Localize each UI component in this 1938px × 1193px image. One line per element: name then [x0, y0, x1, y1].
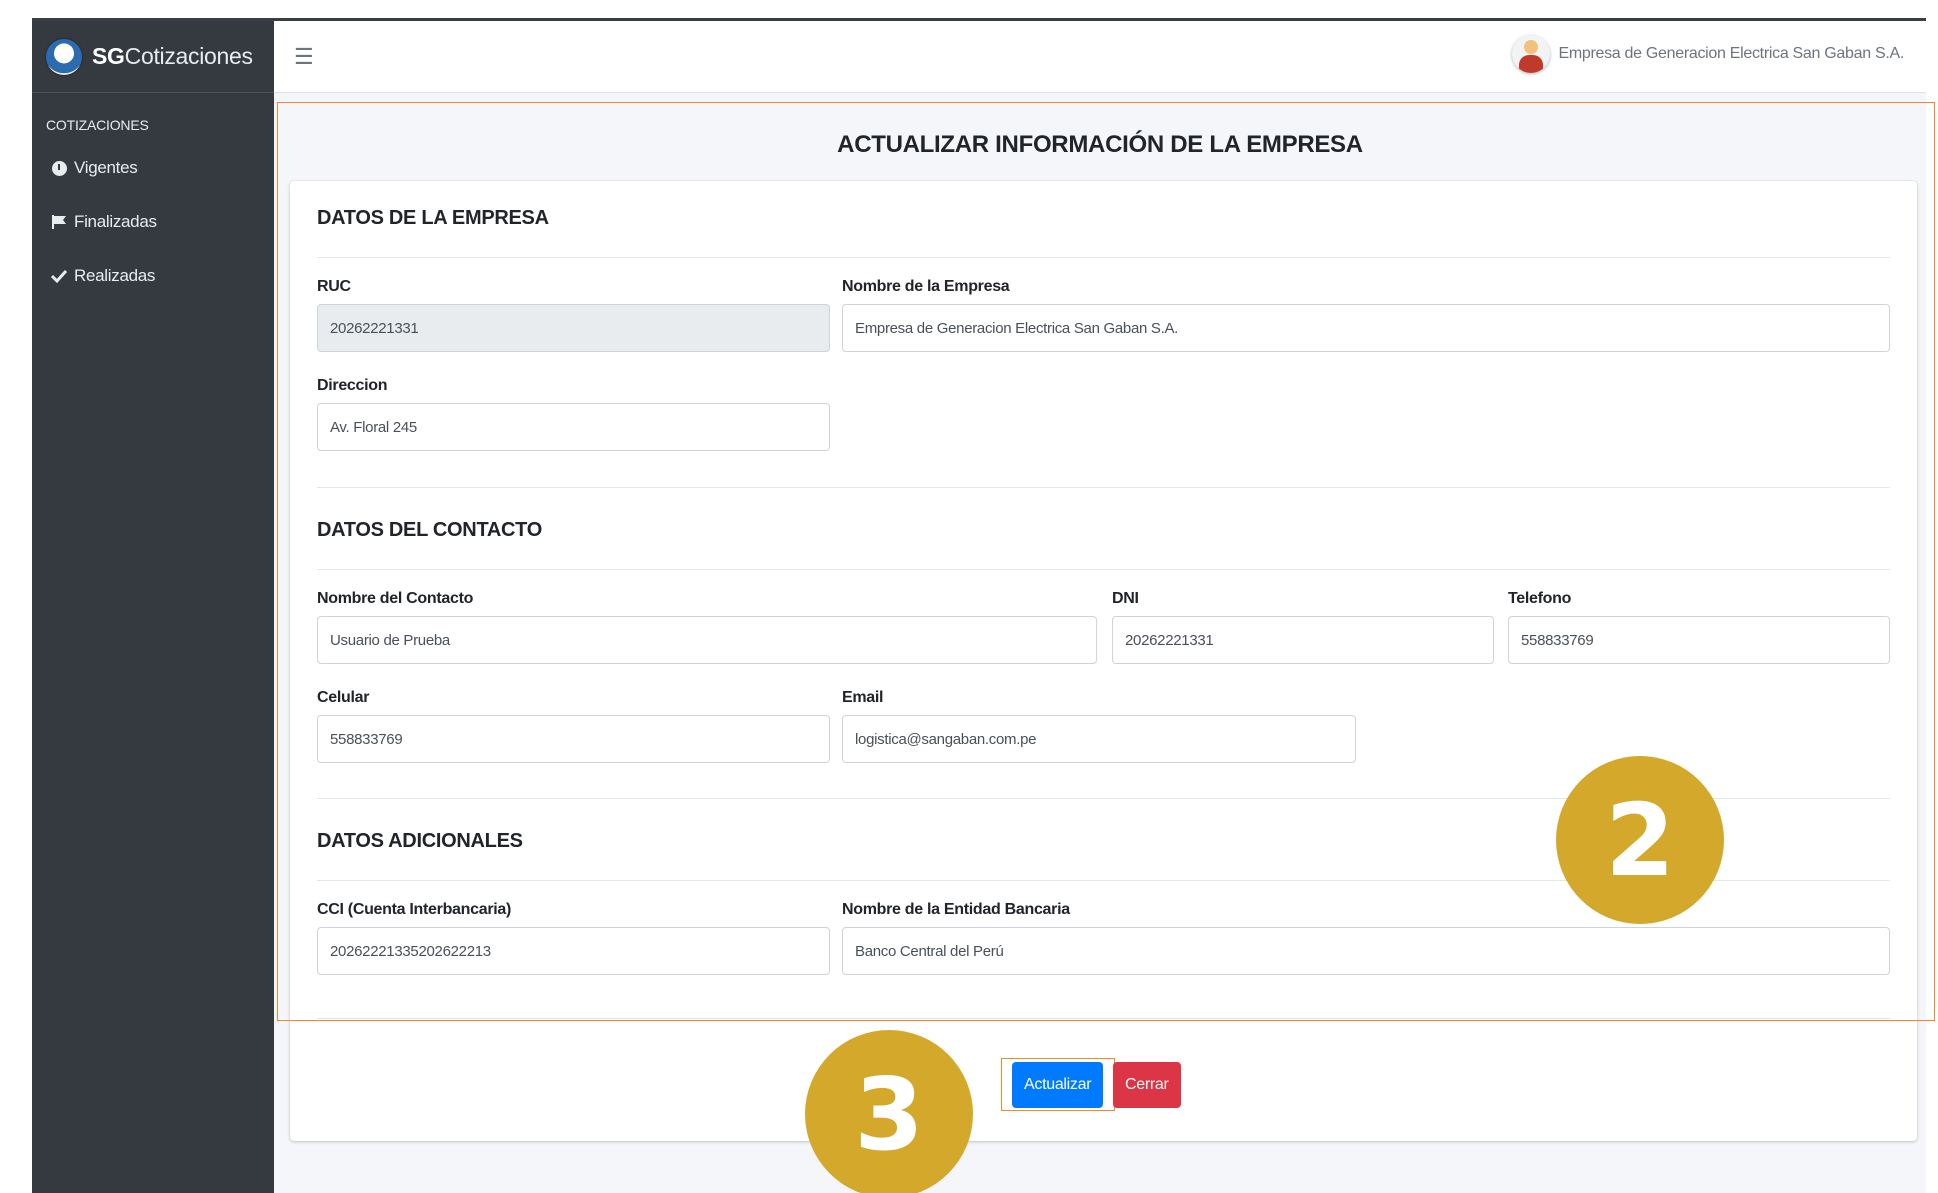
sidebar-item-finalizadas[interactable]: Finalizadas — [32, 195, 274, 249]
top-navbar: ☰ Empresa de Generacion Electrica San Ga… — [274, 21, 1926, 93]
brand-text: SGCotizaciones — [92, 43, 253, 69]
brand-logo — [46, 38, 82, 75]
step-badge-2: 2 — [1556, 756, 1724, 924]
email-label: Email — [842, 689, 884, 706]
direccion-field[interactable] — [317, 403, 830, 451]
section-title-empresa: DATOS DE LA EMPRESA — [317, 207, 549, 229]
app-window: SGCotizaciones COTIZACIONES Vigentes Fin… — [32, 18, 1935, 1193]
section-title-contacto: DATOS DEL CONTACTO — [317, 519, 542, 541]
banco-field[interactable] — [842, 927, 1890, 975]
email-field[interactable] — [842, 715, 1356, 763]
divider — [317, 257, 1890, 258]
close-button[interactable]: Cerrar — [1113, 1062, 1181, 1108]
celular-label: Celular — [317, 689, 370, 706]
page-title: ACTUALIZAR INFORMACIÓN DE LA EMPRESA — [837, 131, 1363, 158]
sidebar: SGCotizaciones COTIZACIONES Vigentes Fin… — [32, 21, 274, 1193]
nombre-contacto-field[interactable] — [317, 616, 1097, 664]
divider — [317, 487, 1890, 488]
user-menu[interactable]: Empresa de Generacion Electrica San Gaba… — [1512, 35, 1904, 73]
nav-header: COTIZACIONES — [46, 117, 149, 133]
update-button[interactable]: Actualizar — [1012, 1062, 1104, 1108]
form-card: DATOS DE LA EMPRESA RUC Nombre de la Emp… — [290, 181, 1917, 1141]
sidebar-item-label: Realizadas — [74, 266, 156, 285]
ruc-label: RUC — [317, 278, 351, 295]
cci-label: CCI (Cuenta Interbancaria) — [317, 901, 512, 918]
telefono-label: Telefono — [1508, 590, 1572, 607]
ruc-field[interactable] — [317, 304, 830, 352]
avatar — [1512, 35, 1551, 73]
nombre-empresa-field[interactable] — [842, 304, 1890, 352]
cci-field[interactable] — [317, 927, 830, 975]
direccion-label: Direccion — [317, 377, 388, 394]
dni-label: DNI — [1112, 590, 1139, 607]
check-icon — [50, 268, 68, 284]
section-title-adicionales: DATOS ADICIONALES — [317, 830, 523, 852]
sidebar-item-vigentes[interactable]: Vigentes — [32, 141, 274, 195]
clock-icon — [50, 160, 68, 176]
step-badge-3: 3 — [805, 1030, 973, 1193]
flag-icon — [50, 214, 68, 230]
user-name: Empresa de Generacion Electrica San Gaba… — [1558, 45, 1904, 62]
card-footer-divider — [317, 1018, 1890, 1019]
main-content: ACTUALIZAR INFORMACIÓN DE LA EMPRESA DAT… — [274, 93, 1935, 1193]
banco-label: Nombre de la Entidad Bancaria — [842, 901, 1070, 918]
nombre-contacto-label: Nombre del Contacto — [317, 590, 474, 607]
celular-field[interactable] — [317, 715, 830, 763]
sidebar-item-realizadas[interactable]: Realizadas — [32, 249, 274, 303]
telefono-field[interactable] — [1508, 616, 1890, 664]
nombre-empresa-label: Nombre de la Empresa — [842, 278, 1010, 295]
dni-field[interactable] — [1112, 616, 1494, 664]
divider — [317, 569, 1890, 570]
sidebar-item-label: Finalizadas — [74, 212, 157, 231]
menu-toggle-icon[interactable]: ☰ — [294, 44, 314, 70]
sidebar-item-label: Vigentes — [74, 158, 138, 177]
brand-link[interactable]: SGCotizaciones — [32, 21, 274, 93]
